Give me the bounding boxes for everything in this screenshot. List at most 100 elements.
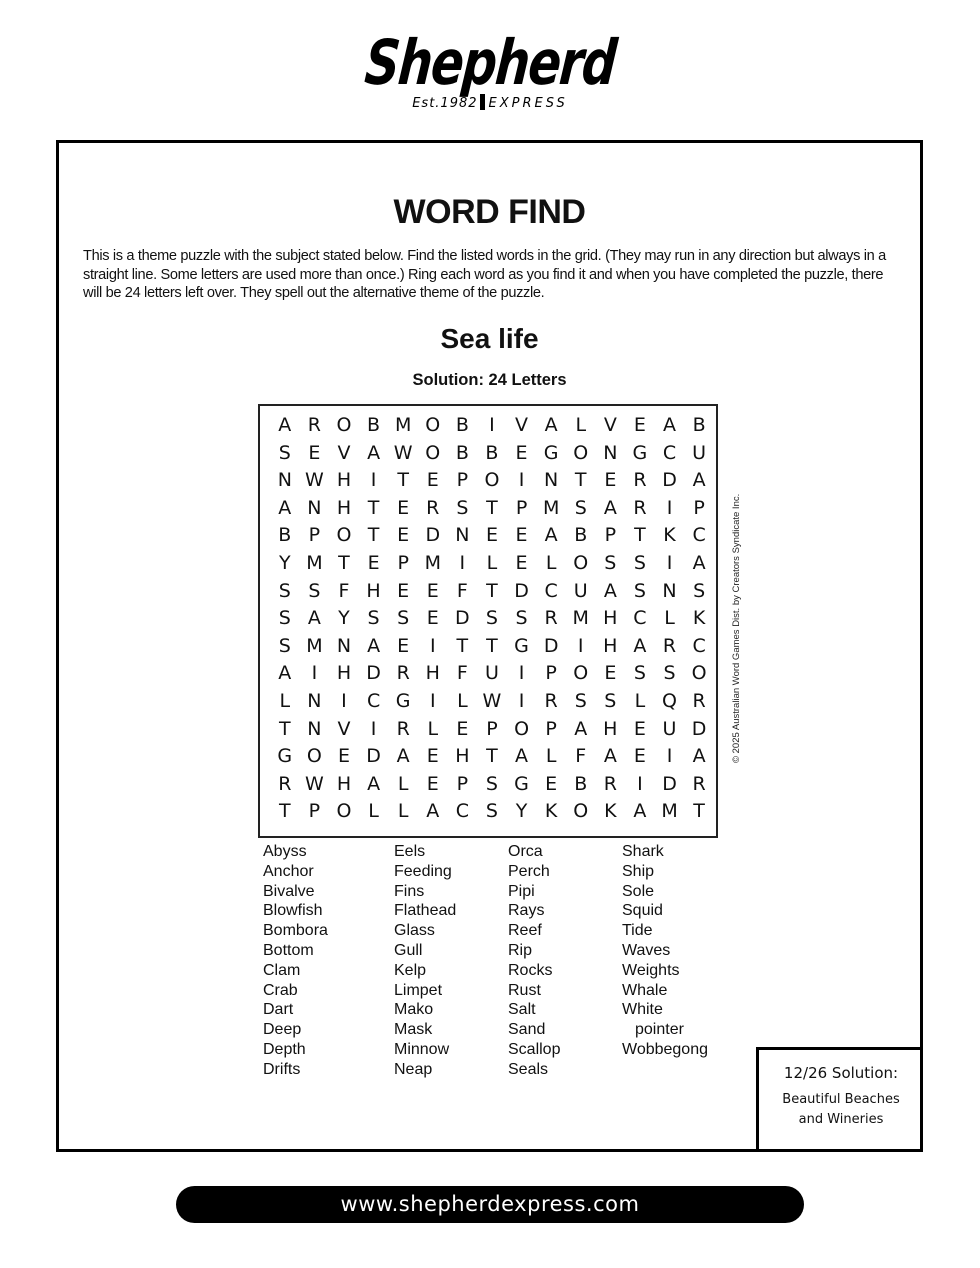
grid-cell[interactable]: I: [477, 412, 507, 440]
grid-cell[interactable]: P: [536, 660, 566, 688]
grid-cell[interactable]: R: [625, 467, 655, 495]
grid-cell[interactable]: N: [655, 578, 685, 606]
grid-cell[interactable]: R: [536, 688, 566, 716]
grid-cell[interactable]: H: [596, 633, 626, 661]
grid-cell[interactable]: K: [596, 798, 626, 826]
grid-cell[interactable]: P: [596, 522, 626, 550]
grid-cell[interactable]: V: [507, 412, 537, 440]
grid-cell[interactable]: O: [477, 467, 507, 495]
grid-cell[interactable]: I: [655, 495, 685, 523]
grid-cell[interactable]: I: [448, 550, 478, 578]
grid-cell[interactable]: D: [655, 467, 685, 495]
grid-cell[interactable]: A: [596, 495, 626, 523]
grid-cell[interactable]: T: [448, 633, 478, 661]
grid-cell[interactable]: T: [477, 633, 507, 661]
grid-cell[interactable]: V: [596, 412, 626, 440]
grid-cell[interactable]: O: [300, 743, 330, 771]
grid-cell[interactable]: I: [329, 688, 359, 716]
grid-cell[interactable]: K: [684, 605, 714, 633]
grid-cell[interactable]: S: [625, 550, 655, 578]
grid-cell[interactable]: M: [566, 605, 596, 633]
grid-cell[interactable]: F: [448, 578, 478, 606]
grid-cell[interactable]: L: [270, 688, 300, 716]
grid-cell[interactable]: H: [448, 743, 478, 771]
grid-cell[interactable]: R: [684, 688, 714, 716]
grid-cell[interactable]: G: [507, 633, 537, 661]
grid-cell[interactable]: W: [477, 688, 507, 716]
grid-cell[interactable]: C: [625, 605, 655, 633]
grid-cell[interactable]: O: [418, 440, 448, 468]
grid-cell[interactable]: U: [684, 440, 714, 468]
grid-cell[interactable]: L: [388, 798, 418, 826]
grid-cell[interactable]: B: [477, 440, 507, 468]
grid-cell[interactable]: A: [536, 522, 566, 550]
grid-cell[interactable]: E: [388, 495, 418, 523]
grid-cell[interactable]: N: [300, 495, 330, 523]
grid-cell[interactable]: V: [329, 716, 359, 744]
grid-cell[interactable]: H: [596, 605, 626, 633]
grid-cell[interactable]: I: [655, 550, 685, 578]
grid-cell[interactable]: I: [359, 716, 389, 744]
grid-cell[interactable]: H: [359, 578, 389, 606]
grid-cell[interactable]: A: [270, 412, 300, 440]
grid-cell[interactable]: L: [536, 550, 566, 578]
grid-cell[interactable]: B: [270, 522, 300, 550]
grid-cell[interactable]: S: [477, 798, 507, 826]
grid-cell[interactable]: T: [388, 467, 418, 495]
grid-cell[interactable]: P: [477, 716, 507, 744]
grid-cell[interactable]: T: [566, 467, 596, 495]
grid-cell[interactable]: R: [625, 495, 655, 523]
grid-cell[interactable]: B: [448, 440, 478, 468]
grid-cell[interactable]: A: [625, 798, 655, 826]
grid-cell[interactable]: N: [300, 688, 330, 716]
grid-cell[interactable]: S: [270, 578, 300, 606]
grid-cell[interactable]: N: [596, 440, 626, 468]
grid-cell[interactable]: H: [329, 467, 359, 495]
grid-cell[interactable]: U: [655, 716, 685, 744]
grid-cell[interactable]: O: [684, 660, 714, 688]
grid-cell[interactable]: W: [388, 440, 418, 468]
grid-cell[interactable]: L: [388, 771, 418, 799]
grid-cell[interactable]: I: [655, 743, 685, 771]
grid-cell[interactable]: M: [300, 550, 330, 578]
grid-cell[interactable]: N: [329, 633, 359, 661]
grid-cell[interactable]: H: [329, 660, 359, 688]
grid-cell[interactable]: P: [448, 467, 478, 495]
grid-cell[interactable]: D: [536, 633, 566, 661]
grid-cell[interactable]: A: [270, 660, 300, 688]
grid-cell[interactable]: A: [270, 495, 300, 523]
grid-cell[interactable]: S: [448, 495, 478, 523]
grid-cell[interactable]: T: [359, 495, 389, 523]
grid-cell[interactable]: P: [507, 495, 537, 523]
grid-cell[interactable]: C: [684, 633, 714, 661]
grid-cell[interactable]: L: [448, 688, 478, 716]
grid-cell[interactable]: E: [507, 550, 537, 578]
grid-cell[interactable]: E: [329, 743, 359, 771]
grid-cell[interactable]: E: [596, 660, 626, 688]
grid-cell[interactable]: E: [625, 716, 655, 744]
grid-cell[interactable]: S: [477, 771, 507, 799]
grid-cell[interactable]: R: [684, 771, 714, 799]
grid-cell[interactable]: G: [625, 440, 655, 468]
grid-cell[interactable]: F: [448, 660, 478, 688]
grid-cell[interactable]: I: [418, 633, 448, 661]
grid-cell[interactable]: M: [655, 798, 685, 826]
grid-cell[interactable]: L: [477, 550, 507, 578]
grid-cell[interactable]: P: [300, 522, 330, 550]
grid-cell[interactable]: T: [270, 716, 300, 744]
grid-cell[interactable]: O: [566, 550, 596, 578]
grid-cell[interactable]: I: [566, 633, 596, 661]
grid-cell[interactable]: S: [625, 578, 655, 606]
grid-cell[interactable]: P: [536, 716, 566, 744]
grid-cell[interactable]: A: [359, 440, 389, 468]
grid-cell[interactable]: R: [596, 771, 626, 799]
grid-cell[interactable]: N: [270, 467, 300, 495]
grid-cell[interactable]: S: [625, 660, 655, 688]
grid-cell[interactable]: E: [625, 412, 655, 440]
grid-cell[interactable]: E: [388, 633, 418, 661]
grid-cell[interactable]: T: [477, 495, 507, 523]
grid-cell[interactable]: R: [655, 633, 685, 661]
grid-cell[interactable]: R: [388, 660, 418, 688]
grid-cell[interactable]: E: [300, 440, 330, 468]
grid-cell[interactable]: H: [418, 660, 448, 688]
